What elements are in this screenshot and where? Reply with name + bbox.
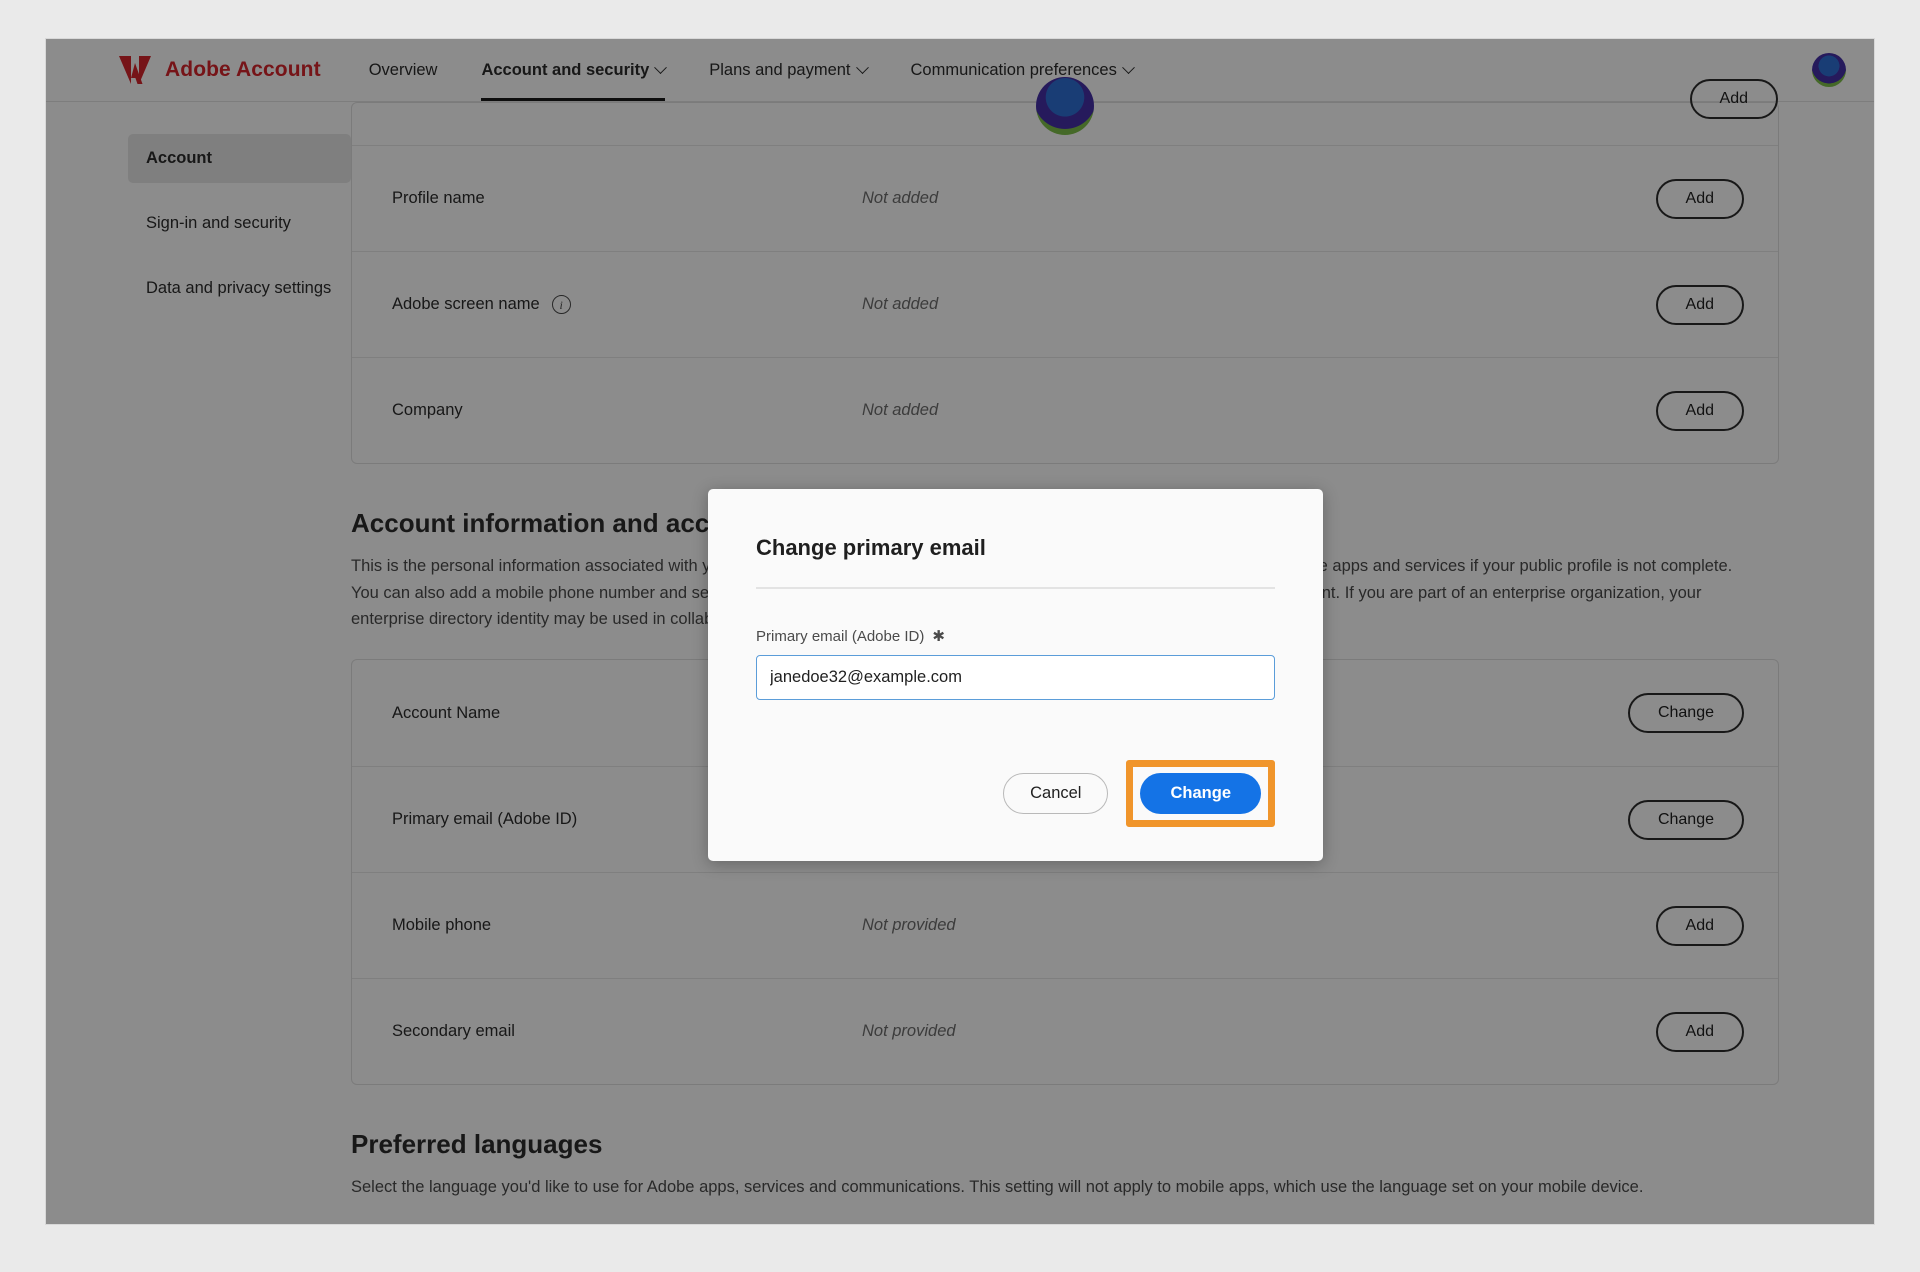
row-value: Not added xyxy=(862,189,939,207)
table-row: Mobile phone Not provided Add xyxy=(352,872,1778,978)
chevron-down-icon xyxy=(855,61,869,75)
change-button[interactable]: Change xyxy=(1627,693,1744,734)
cancel-button[interactable]: Cancel xyxy=(1003,773,1109,814)
sidebar-item-data-and-privacy-settings[interactable]: Data and privacy settings xyxy=(128,264,351,313)
nav-label-account-and-security: Account and security xyxy=(481,61,650,79)
row-action: Add xyxy=(1655,390,1744,431)
row-action: Change xyxy=(1627,799,1744,840)
row-label-text: Profile name xyxy=(392,189,485,207)
sidebar-item-sign-in-and-security[interactable]: Sign-in and security xyxy=(128,199,351,248)
avatar[interactable] xyxy=(1812,53,1846,87)
required-marker: ✱ xyxy=(932,628,945,645)
row-label-text: Account Name xyxy=(392,703,501,722)
table-row: Adobe screen name i Not added Add xyxy=(352,251,1778,357)
add-button[interactable]: Add xyxy=(1655,905,1744,946)
dialog-actions: Cancel Change xyxy=(756,760,1275,827)
change-primary-email-dialog: Change primary email Primary email (Adob… xyxy=(708,489,1323,861)
profile-avatar[interactable] xyxy=(1036,77,1094,135)
nav-item-overview[interactable]: Overview xyxy=(369,40,438,100)
row-label: Profile name xyxy=(392,189,862,208)
row-label: Company xyxy=(392,401,862,420)
sidebar: Account Sign-in and security Data and pr… xyxy=(46,102,351,1224)
row-label: Adobe screen name i xyxy=(392,295,862,314)
nav-label-overview: Overview xyxy=(368,61,438,79)
adobe-logo-icon xyxy=(119,56,151,84)
nav-label-plans-and-payment: Plans and payment xyxy=(709,61,851,79)
row-label-text: Primary email (Adobe ID) xyxy=(392,810,578,829)
add-button[interactable]: Add xyxy=(1655,1011,1744,1052)
table-row: Secondary email Not provided Add xyxy=(352,978,1778,1084)
preferred-languages-title: Preferred languages xyxy=(351,1129,603,1160)
nav-item-plans-and-payment[interactable]: Plans and payment xyxy=(709,40,869,100)
nav-item-account-and-security[interactable]: Account and security xyxy=(481,40,668,101)
row-action: Add xyxy=(1655,284,1744,325)
header-right xyxy=(1812,53,1846,87)
dialog-divider xyxy=(756,587,1275,589)
row-label-text: Secondary email xyxy=(392,1022,515,1041)
add-button[interactable]: Add xyxy=(1655,284,1744,325)
sidebar-item-label: Account xyxy=(146,149,212,167)
app-header: Adobe Account Overview Account and secur… xyxy=(46,39,1874,102)
change-button[interactable]: Change xyxy=(1627,799,1744,840)
profile-avatar-row: Add xyxy=(352,77,1778,145)
info-icon[interactable]: i xyxy=(551,295,571,314)
row-label: Secondary email xyxy=(392,1022,862,1041)
brand[interactable]: Adobe Account xyxy=(118,55,321,85)
sidebar-item-account[interactable]: Account xyxy=(128,134,351,183)
row-value: Not provided xyxy=(862,916,956,935)
row-label-text: Company xyxy=(392,401,463,419)
add-button[interactable]: Add xyxy=(1655,178,1744,219)
table-row: Profile name Not added Add xyxy=(352,145,1778,251)
brand-name: Adobe Account xyxy=(165,58,321,81)
row-label-text: Mobile phone xyxy=(392,916,492,935)
nav-item-communication-preferences[interactable]: Communication preferences xyxy=(910,40,1135,100)
chevron-down-icon xyxy=(1122,61,1135,75)
preferred-languages-description: Select the language you'd like to use fo… xyxy=(351,1178,1644,1197)
row-label: Mobile phone xyxy=(392,916,862,935)
row-action: Change xyxy=(1627,693,1744,734)
nav-label-communication-preferences: Communication preferences xyxy=(910,61,1117,79)
row-value: Not added xyxy=(862,401,939,419)
sidebar-item-label: Sign-in and security xyxy=(146,214,291,232)
row-action: Add xyxy=(1655,1011,1744,1052)
sidebar-item-label: Data and privacy settings xyxy=(146,279,332,297)
email-field-label: Primary email (Adobe ID) ✱ xyxy=(756,627,1275,646)
avatar-add-action: Add xyxy=(1689,79,1778,119)
row-value: Not provided xyxy=(862,1022,956,1041)
row-action: Add xyxy=(1655,905,1744,946)
row-action: Add xyxy=(1655,178,1744,219)
row-value: Not added xyxy=(862,295,939,313)
row-label-text: Adobe screen name xyxy=(392,295,540,313)
change-button-highlight-wrapper: Change xyxy=(1126,760,1275,827)
chevron-down-icon xyxy=(654,61,668,75)
email-field[interactable] xyxy=(756,655,1275,700)
add-button[interactable]: Add xyxy=(1689,79,1778,119)
dialog-title: Change primary email xyxy=(756,535,986,560)
change-button[interactable]: Change xyxy=(1140,773,1261,814)
profile-card: Add Profile name Not added Add Adobe scr… xyxy=(351,77,1779,464)
add-button[interactable]: Add xyxy=(1655,390,1744,431)
adobe-account-window: Adobe Account Overview Account and secur… xyxy=(45,38,1875,1225)
table-row: Company Not added Add xyxy=(352,357,1778,463)
email-field-label-text: Primary email (Adobe ID) xyxy=(756,627,925,645)
